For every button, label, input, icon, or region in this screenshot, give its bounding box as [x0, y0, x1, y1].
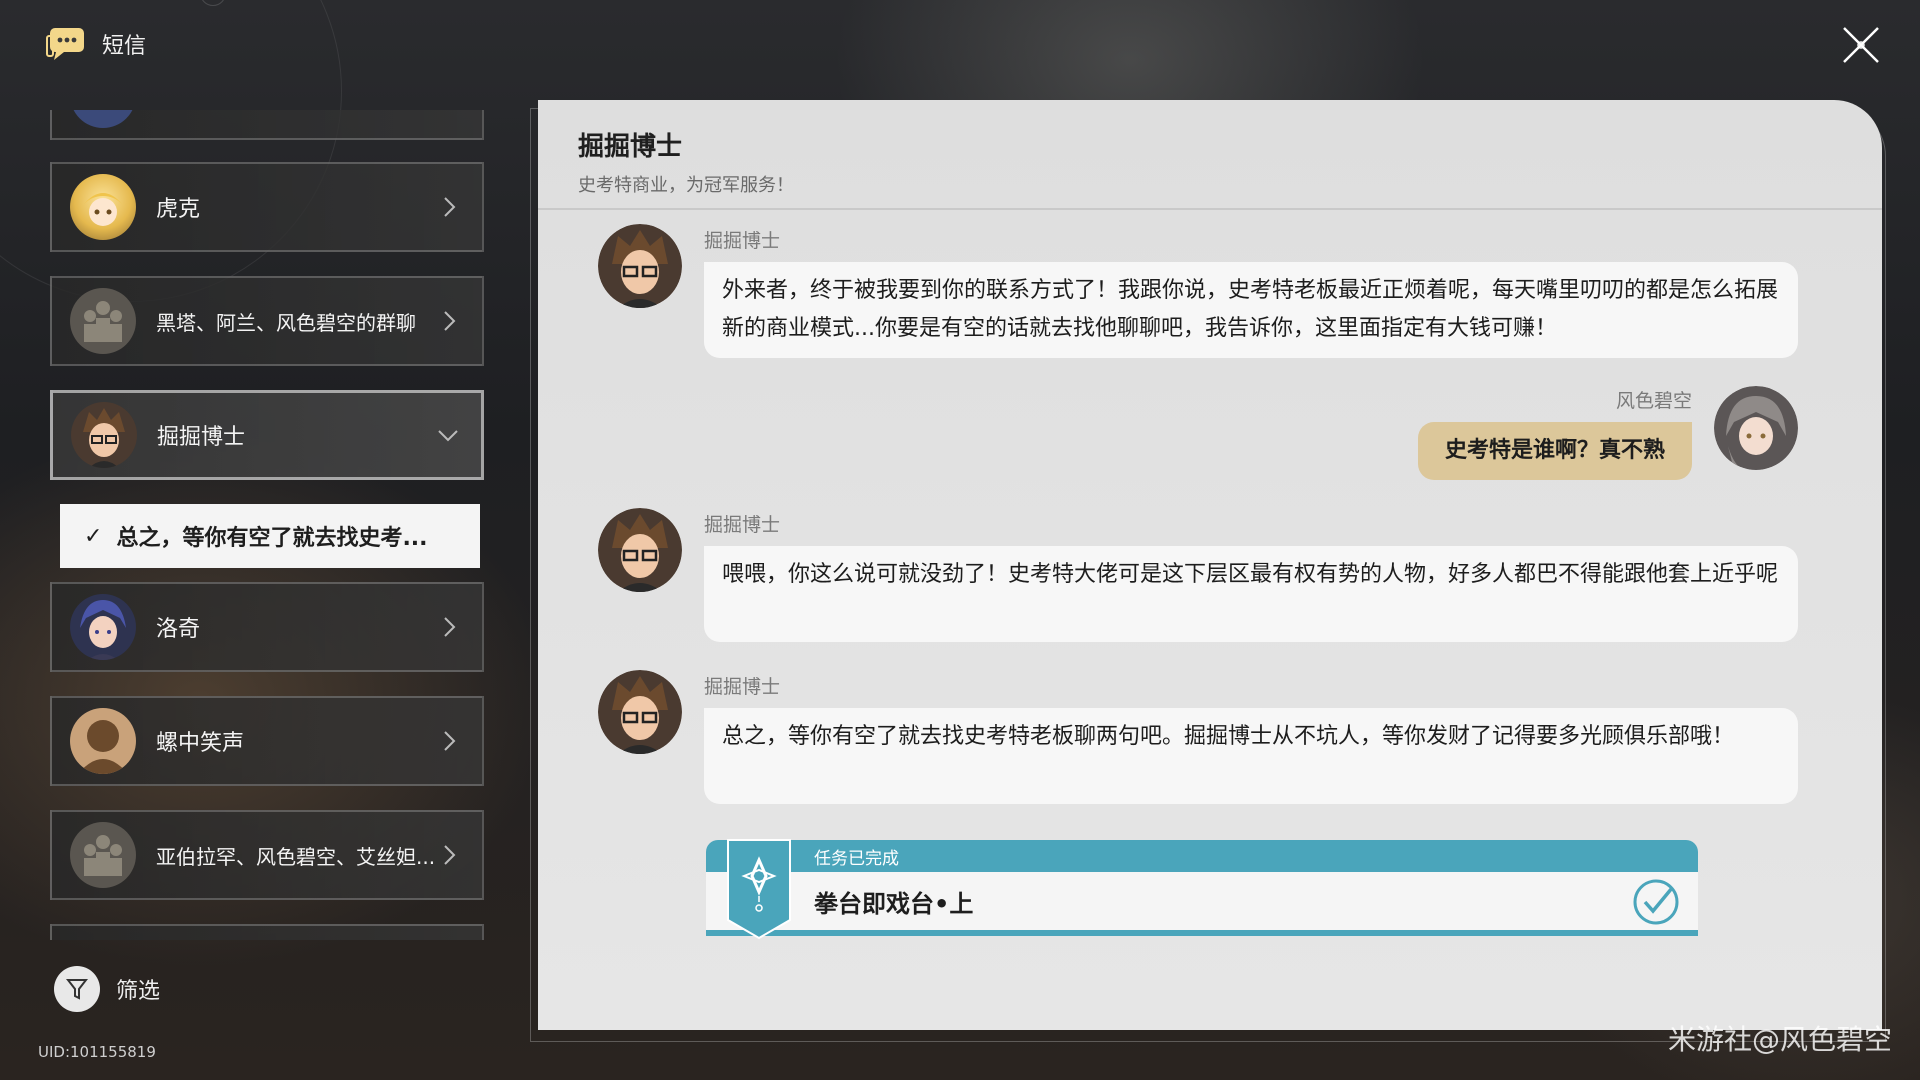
quest-emblem-icon — [727, 839, 791, 940]
sender-name: 掘掘博士 — [704, 230, 781, 252]
header-divider — [538, 208, 1882, 210]
conversation-item-selected[interactable]: ✓ 总之，等你有空了就去找史考... — [60, 504, 480, 568]
contact-item-luoqi[interactable]: 洛奇 — [50, 582, 484, 672]
sender-avatar — [598, 224, 682, 308]
filter-button[interactable]: 筛选 — [54, 966, 160, 1012]
chat-header: 掘掘博士 史考特商业，为冠军服务！ — [578, 126, 794, 197]
contact-item-group-herta[interactable]: 黑塔、阿兰、风色碧空的群聊 — [50, 276, 484, 366]
close-icon[interactable] — [1840, 24, 1882, 66]
message-bubble: 总之，等你有空了就去找史考特老板聊两句吧。掘掘博士从不坑人，等你发财了记得要多光… — [704, 708, 1798, 804]
chevron-right-icon — [434, 612, 464, 642]
contact-list[interactable]: 虎克 黑塔、阿兰、风色碧空的群聊 掘掘博士 ✓ 总之，等你有空了就去找史考...… — [50, 110, 490, 940]
silhouette-avatar — [70, 708, 136, 774]
conversation-label: 总之，等你有空了就去找史考... — [116, 526, 428, 551]
quest-card-header: 任务已完成 — [706, 840, 1698, 872]
sender-avatar — [598, 508, 682, 592]
contact-item-partial[interactable] — [50, 110, 484, 140]
quest-status: 任务已完成 — [814, 849, 899, 869]
glasses-man-avatar — [71, 402, 137, 468]
contact-name: 洛奇 — [156, 617, 201, 642]
filter-label: 筛选 — [116, 979, 161, 1004]
message-icon — [46, 28, 84, 60]
contact-name: 掘掘博士 — [157, 425, 246, 450]
chevron-right-icon — [434, 840, 464, 870]
group-avatar — [70, 288, 136, 354]
message-bubble-self: 史考特是谁啊？真不熟 — [1418, 422, 1692, 480]
filter-icon — [54, 966, 100, 1012]
window-title: 短信 — [102, 34, 147, 59]
self-avatar — [1714, 386, 1798, 470]
chat-panel[interactable]: 掘掘博士 史考特商业，为冠军服务！ 掘掘博士 外来者，终于被我要到你的联系方式了… — [538, 100, 1882, 1030]
message-bubble: 喂喂，你这么说可就没劲了！史考特大佬可是这下层区最有权有势的人物，好多人都巴不得… — [704, 546, 1798, 642]
chevron-right-icon — [434, 192, 464, 222]
blonde-girl-avatar — [70, 174, 136, 240]
window-header: 短信 — [46, 22, 146, 66]
contact-item-group-abraham[interactable]: 亚伯拉罕、风色碧空、艾丝妲... — [50, 810, 484, 900]
contact-item-dr-dig[interactable]: 掘掘博士 — [50, 390, 484, 480]
sender-name: 风色碧空 — [1615, 390, 1692, 412]
message-bubble: 外来者，终于被我要到你的联系方式了！我跟你说，史考特老板最近正烦着呢，每天嘴里叨… — [704, 262, 1798, 358]
contact-name: 黑塔、阿兰、风色碧空的群聊 — [156, 310, 416, 335]
chevron-down-icon — [433, 420, 463, 450]
blue-hair-avatar — [70, 594, 136, 660]
sender-name: 掘掘博士 — [704, 676, 781, 698]
contact-item-laughter[interactable]: 螺中笑声 — [50, 696, 484, 786]
chevron-right-icon — [434, 726, 464, 756]
uid-label: UID:101155819 — [38, 1043, 156, 1061]
chat-subtitle: 史考特商业，为冠军服务！ — [578, 175, 794, 196]
contact-name: 虎克 — [156, 197, 201, 222]
quest-card-body: 拳台即戏台•上 — [706, 872, 1698, 936]
sender-avatar — [598, 670, 682, 754]
contact-item-partial-bottom[interactable] — [50, 924, 484, 940]
checkmark-icon: ✓ — [84, 523, 103, 549]
chat-title: 掘掘博士 — [578, 132, 683, 162]
completed-check-icon — [1633, 879, 1679, 925]
contact-name: 螺中笑声 — [156, 731, 245, 756]
watermark: 米游社@风色碧空 — [1667, 1023, 1892, 1056]
chevron-right-icon — [434, 306, 464, 336]
partial-avatar — [70, 110, 136, 128]
contact-name: 亚伯拉罕、风色碧空、艾丝妲... — [156, 844, 434, 869]
sender-name: 掘掘博士 — [704, 514, 781, 536]
quest-card[interactable]: 任务已完成 拳台即戏台•上 — [706, 839, 1698, 940]
contact-item-huke[interactable]: 虎克 — [50, 162, 484, 252]
group-avatar — [70, 822, 136, 888]
quest-name: 拳台即戏台•上 — [814, 890, 974, 918]
